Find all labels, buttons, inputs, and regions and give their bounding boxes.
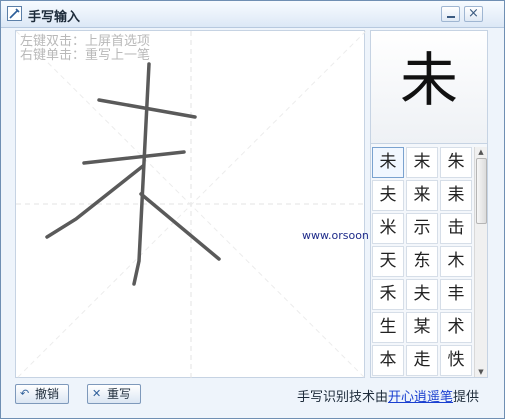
undo-icon: ↶	[20, 387, 30, 400]
scroll-down-icon[interactable]: ▼	[475, 367, 487, 377]
candidate-char[interactable]: 怢	[440, 345, 472, 376]
canvas-guides	[16, 31, 366, 379]
candidate-char[interactable]: 未	[372, 147, 404, 178]
candidate-char[interactable]: 击	[440, 213, 472, 244]
stroke-3	[132, 62, 151, 286]
candidate-panel: 未 未末朱夫来耒米示击天东木禾夫丰生某术本走怢 ▲ ▼	[370, 30, 488, 378]
candidate-char[interactable]: 朱	[440, 147, 472, 178]
pen-icon	[7, 6, 22, 21]
credit-prefix: 手写识别技术由	[297, 390, 389, 405]
candidate-char[interactable]: 木	[440, 246, 472, 277]
candidate-char[interactable]: 夫	[372, 180, 404, 211]
window-title: 手写输入	[28, 10, 81, 25]
candidate-char[interactable]: 米	[372, 213, 404, 244]
hint-double-click: 左键双击：上屏首选项	[20, 34, 151, 49]
candidate-char[interactable]: 某	[406, 312, 438, 343]
candidate-char[interactable]: 示	[406, 213, 438, 244]
candidate-char[interactable]: 禾	[372, 279, 404, 310]
undo-label: 撤销	[35, 387, 60, 401]
candidate-char[interactable]: 末	[406, 147, 438, 178]
credit-text: 手写识别技术由开心逍遥笔提供	[297, 386, 479, 405]
handwriting-window: 手写输入 × 左键双击：上屏首选项 右键单击：重写上一笔 www.orsoon.…	[0, 0, 505, 419]
undo-button[interactable]: ↶ 撤销	[15, 384, 69, 404]
credit-suffix: 提供	[453, 390, 480, 405]
candidate-char[interactable]: 夫	[406, 279, 438, 310]
candidate-char[interactable]: 耒	[440, 180, 472, 211]
rewrite-label: 重写	[107, 387, 132, 401]
scroll-up-icon[interactable]: ▲	[475, 147, 487, 157]
close-button[interactable]: ×	[464, 6, 483, 22]
preview-char: 未	[399, 46, 458, 114]
candidate-char[interactable]: 天	[372, 246, 404, 277]
clear-icon: ✕	[92, 387, 102, 400]
close-icon: ×	[468, 6, 479, 21]
candidate-char[interactable]: 本	[372, 345, 404, 376]
candidate-char[interactable]: 丰	[440, 279, 472, 310]
candidate-scrollbar[interactable]: ▲ ▼	[474, 147, 487, 377]
candidate-char[interactable]: 来	[406, 180, 438, 211]
minimize-button[interactable]	[441, 6, 460, 22]
candidate-char[interactable]: 生	[372, 312, 404, 343]
handwriting-canvas[interactable]: 左键双击：上屏首选项 右键单击：重写上一笔 www.orsoon.com	[15, 30, 396, 379]
credit-link[interactable]: 开心逍遥笔	[388, 390, 453, 405]
preview-box: 未	[371, 31, 487, 144]
rewrite-button[interactable]: ✕ 重写	[87, 384, 141, 404]
stroke-2	[82, 150, 186, 165]
bottom-bar: ↶ 撤销 ✕ 重写 手写识别技术由开心逍遥笔提供	[1, 381, 504, 418]
title-bar[interactable]: 手写输入 ×	[1, 1, 504, 28]
candidate-char[interactable]: 走	[406, 345, 438, 376]
scroll-thumb[interactable]	[476, 158, 487, 224]
hint-right-click: 右键单击：重写上一笔	[20, 48, 151, 63]
minimize-icon	[447, 16, 455, 18]
handwritten-strokes	[45, 62, 221, 286]
candidate-char[interactable]: 术	[440, 312, 472, 343]
stroke-4	[45, 164, 145, 239]
candidate-char[interactable]: 东	[406, 246, 438, 277]
